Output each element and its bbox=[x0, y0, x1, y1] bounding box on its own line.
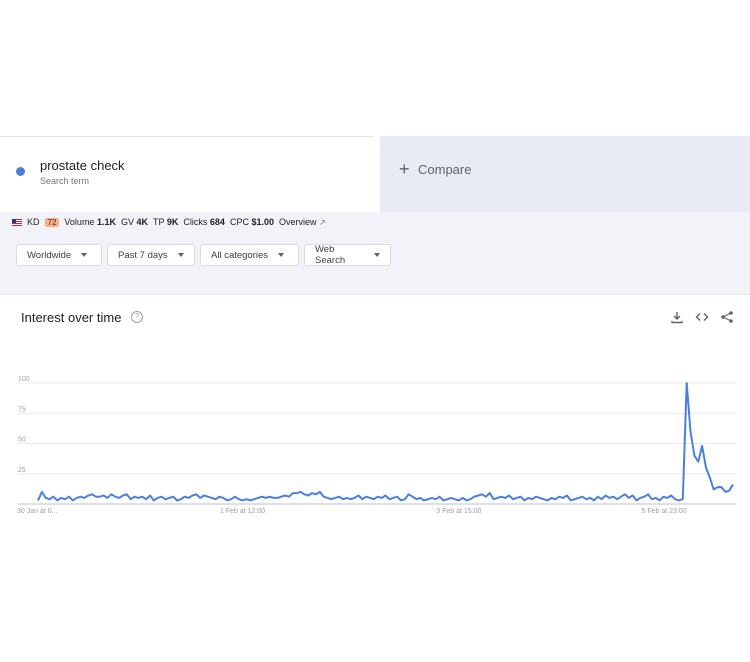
clicks-metric: Clicks 684 bbox=[183, 217, 225, 227]
search-type-filter[interactable]: Web Search bbox=[304, 244, 391, 266]
caret-down-icon bbox=[278, 253, 285, 257]
series-line bbox=[37, 382, 734, 502]
location-filter[interactable]: Worldwide bbox=[16, 244, 102, 266]
search-term-subtitle: Search term bbox=[40, 176, 90, 186]
dot-icon bbox=[16, 167, 25, 176]
gv-label: GV bbox=[120, 217, 134, 227]
x-tick-label: 1 Feb at 12:00 bbox=[220, 508, 265, 515]
external-link-icon: ↗ bbox=[319, 218, 326, 227]
search-type-filter-label: Web Search bbox=[315, 244, 346, 266]
search-term-card[interactable]: prostate check Search term bbox=[0, 136, 374, 212]
caret-down-icon bbox=[81, 253, 88, 257]
keyword-metrics-bar: KD 72 Volume 1.1K GV 4K TP 9K Clicks 684… bbox=[0, 212, 750, 232]
plus-icon: + bbox=[399, 159, 410, 179]
y-tick-label: 50 bbox=[18, 437, 26, 444]
gv-metric: GV 4K bbox=[121, 217, 148, 227]
compare-label: Compare bbox=[418, 162, 472, 177]
gv-value: 4K bbox=[136, 217, 149, 227]
clicks-value: 684 bbox=[209, 217, 225, 227]
category-filter[interactable]: All categories bbox=[200, 244, 299, 266]
caret-down-icon bbox=[374, 253, 380, 257]
y-tick-label: 100 bbox=[18, 376, 30, 383]
caret-down-icon bbox=[177, 253, 184, 257]
x-tick-label: 5 Feb at 23:00 bbox=[642, 508, 687, 515]
tp-value: 9K bbox=[166, 217, 179, 227]
time-range-filter-label: Past 7 days bbox=[118, 249, 168, 261]
interest-chart: 25 50 75 100 30 Jan at 0... 1 Feb at 12:00 3 … bbox=[17, 376, 736, 515]
time-range-filter[interactable]: Past 7 days bbox=[107, 244, 195, 266]
location-filter-label: Worldwide bbox=[27, 249, 72, 261]
x-tick-label: 3 Feb at 15:00 bbox=[436, 508, 481, 515]
cpc-label: CPC bbox=[229, 217, 249, 227]
filters-bar: Worldwide Past 7 days All categories Web… bbox=[0, 232, 750, 276]
x-tick-label: 30 Jan at 0... bbox=[17, 508, 58, 515]
interest-over-time-card: Interest over time ? 25 50 75 100 30 Jan at… bbox=[0, 294, 750, 662]
top-blank-area bbox=[0, 0, 750, 136]
section-gap bbox=[0, 276, 750, 294]
y-tick-label: 25 bbox=[18, 467, 26, 474]
kd-label: KD bbox=[27, 217, 40, 227]
volume-metric: Volume 1.1K bbox=[64, 217, 116, 227]
y-tick-label: 75 bbox=[18, 406, 26, 413]
category-filter-label: All categories bbox=[211, 249, 269, 261]
compare-button[interactable]: + Compare bbox=[380, 136, 750, 212]
overview-link[interactable]: Overview ↗ bbox=[279, 217, 326, 227]
clicks-label: Clicks bbox=[183, 217, 208, 227]
cpc-metric: CPC $1.00 bbox=[230, 217, 274, 227]
tp-label: TP bbox=[153, 217, 165, 227]
tp-metric: TP 9K bbox=[153, 217, 178, 227]
cpc-value: $1.00 bbox=[251, 217, 275, 227]
search-term-name[interactable]: prostate check bbox=[40, 158, 125, 173]
volume-label: Volume bbox=[64, 217, 95, 227]
kd-badge: 72 bbox=[44, 217, 60, 227]
volume-value: 1.1K bbox=[96, 217, 116, 227]
us-flag-icon bbox=[12, 218, 22, 226]
overview-label[interactable]: Overview bbox=[279, 217, 317, 227]
